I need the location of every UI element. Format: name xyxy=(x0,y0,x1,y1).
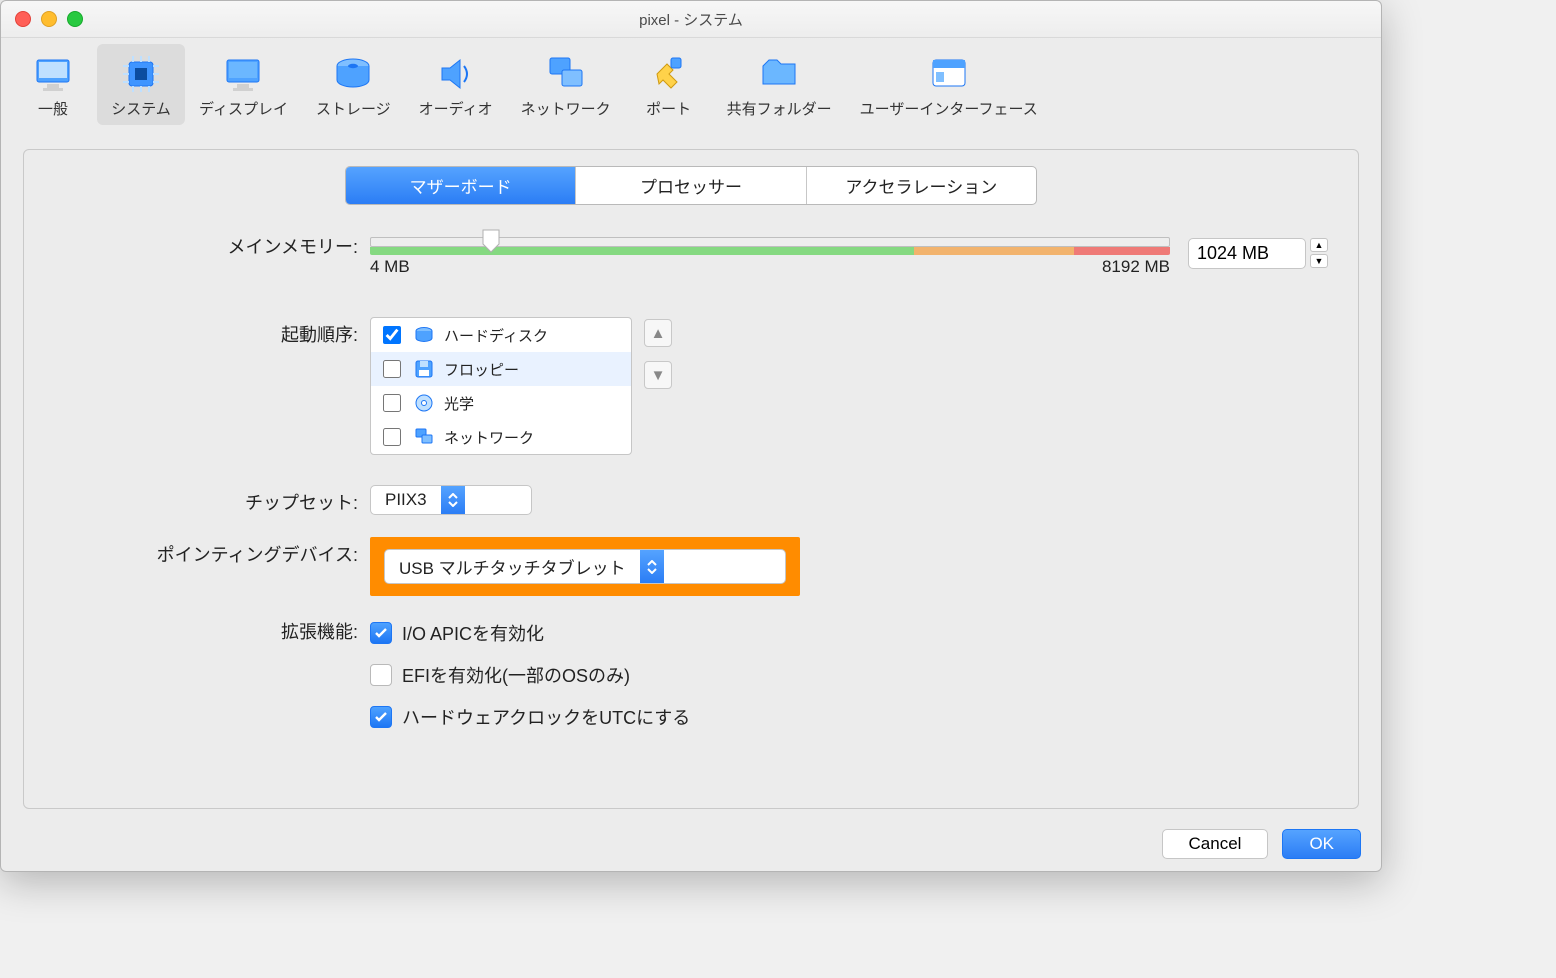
pointing-device-value: USB マルチタッチタブレット xyxy=(385,550,640,583)
toolbar-label: ストレージ xyxy=(316,98,391,119)
boot-item-label: ネットワーク xyxy=(444,427,534,448)
memory-step-down[interactable]: ▼ xyxy=(1310,254,1328,268)
toolbar-general[interactable]: 一般 xyxy=(9,44,97,125)
boot-order-list[interactable]: ハードディスク フロッピー 光学 ネット xyxy=(370,317,632,455)
toolbar-label: 共有フォルダー xyxy=(727,98,832,119)
harddisk-icon xyxy=(414,325,434,345)
toolbar-label: ユーザーインターフェース xyxy=(860,98,1038,119)
memory-slider[interactable]: 4 MB 8192 MB xyxy=(370,229,1170,277)
toolbar-label: ポート xyxy=(646,98,691,119)
boot-item-harddisk[interactable]: ハードディスク xyxy=(371,318,631,352)
memory-input[interactable] xyxy=(1188,238,1306,269)
boot-item-optical[interactable]: 光学 xyxy=(371,386,631,420)
row-boot-order: 起動順序: ハードディスク フロッピー xyxy=(48,317,1334,455)
toolbar-label: オーディオ xyxy=(419,98,493,119)
label-extended-features: 拡張機能: xyxy=(48,614,370,644)
boot-checkbox-floppy[interactable] xyxy=(383,360,401,378)
toolbar-ui[interactable]: ユーザーインターフェース xyxy=(846,44,1052,125)
row-chipset: チップセット: PIIX3 xyxy=(48,485,1334,515)
memory-min-label: 4 MB xyxy=(370,257,410,277)
row-main-memory: メインメモリー: 4 MB 8192 MB ▲ ▼ xyxy=(48,229,1334,277)
feature-io-apic[interactable]: I/O APICを有効化 xyxy=(370,620,544,646)
memory-controls: 4 MB 8192 MB ▲ ▼ xyxy=(370,229,1334,277)
boot-checkbox-optical[interactable] xyxy=(383,394,401,412)
tab-processor[interactable]: プロセッサー xyxy=(576,167,806,204)
toolbar-system[interactable]: システム xyxy=(97,44,185,125)
pointing-device-highlight: USB マルチタッチタブレット xyxy=(370,537,800,596)
feature-label: I/O APICを有効化 xyxy=(402,620,544,646)
label-chipset: チップセット: xyxy=(48,485,370,515)
boot-checkbox-network[interactable] xyxy=(383,428,401,446)
toolbar: 一般 システム ディスプレイ ストレージ オーディオ xyxy=(1,38,1381,125)
optical-icon xyxy=(414,393,434,413)
toolbar-audio[interactable]: オーディオ xyxy=(405,44,507,125)
display-icon xyxy=(221,52,265,96)
toolbar-label: ディスプレイ xyxy=(199,98,288,119)
boot-checkbox-harddisk[interactable] xyxy=(383,326,401,344)
cancel-button[interactable]: Cancel xyxy=(1162,829,1269,859)
pointing-device-select[interactable]: USB マルチタッチタブレット xyxy=(384,549,786,584)
toolbar-label: 一般 xyxy=(38,98,68,119)
boot-item-network[interactable]: ネットワーク xyxy=(371,420,631,454)
boot-item-label: 光学 xyxy=(444,393,474,414)
content-panel: マザーボード プロセッサー アクセラレーション メインメモリー: 4 MB 81… xyxy=(23,149,1359,809)
slider-thumb[interactable] xyxy=(482,229,500,253)
boot-move-up[interactable]: ▲ xyxy=(644,319,672,347)
feature-label: ハードウェアクロックをUTCにする xyxy=(402,704,690,730)
memory-max-label: 8192 MB xyxy=(1102,257,1170,277)
toolbar-network[interactable]: ネットワーク xyxy=(507,44,625,125)
boot-move-down[interactable]: ▼ xyxy=(644,361,672,389)
memory-step-up[interactable]: ▲ xyxy=(1310,238,1328,252)
system-tabs: マザーボード プロセッサー アクセラレーション xyxy=(345,166,1037,205)
toolbar-storage[interactable]: ストレージ xyxy=(302,44,405,125)
network-icon xyxy=(544,52,588,96)
tab-motherboard[interactable]: マザーボード xyxy=(346,167,576,204)
boot-order-arrows: ▲ ▼ xyxy=(644,319,672,389)
boot-item-label: フロッピー xyxy=(444,359,519,380)
chipset-value: PIIX3 xyxy=(371,486,441,514)
memory-stepper: ▲ ▼ xyxy=(1310,238,1328,268)
boot-item-label: ハードディスク xyxy=(444,325,548,346)
port-icon xyxy=(647,52,691,96)
footer-buttons: Cancel OK xyxy=(1162,829,1361,859)
row-pointing-device: ポインティングデバイス: USB マルチタッチタブレット xyxy=(48,537,1334,596)
feature-label: EFIを有効化(一部のOSのみ) xyxy=(402,662,630,688)
select-arrow-icon xyxy=(640,550,664,583)
network-small-icon xyxy=(414,427,434,447)
checkbox-io-apic[interactable] xyxy=(370,622,392,644)
toolbar-label: システム xyxy=(111,98,171,119)
label-main-memory: メインメモリー: xyxy=(48,229,370,259)
row-extended-features: 拡張機能: I/O APICを有効化 EFIを有効化(一部のOSのみ) ハードウ… xyxy=(48,614,1334,730)
interface-icon xyxy=(927,52,971,96)
disk-icon xyxy=(331,52,375,96)
boot-item-floppy[interactable]: フロッピー xyxy=(371,352,631,386)
chipset-select[interactable]: PIIX3 xyxy=(370,485,532,515)
toolbar-label: ネットワーク xyxy=(521,98,611,119)
label-pointing-device: ポインティングデバイス: xyxy=(48,537,370,567)
settings-window: pixel - システム 一般 システム ディスプレイ ストレージ xyxy=(0,0,1382,872)
select-arrow-icon xyxy=(441,486,465,514)
feature-utc-clock[interactable]: ハードウェアクロックをUTCにする xyxy=(370,704,690,730)
checkbox-utc-clock[interactable] xyxy=(370,706,392,728)
label-boot-order: 起動順序: xyxy=(48,317,370,347)
speaker-icon xyxy=(434,52,478,96)
titlebar: pixel - システム xyxy=(1,1,1381,38)
chip-icon xyxy=(119,52,163,96)
floppy-icon xyxy=(414,359,434,379)
toolbar-shared-folders[interactable]: 共有フォルダー xyxy=(713,44,846,125)
checkbox-efi[interactable] xyxy=(370,664,392,686)
feature-efi[interactable]: EFIを有効化(一部のOSのみ) xyxy=(370,662,630,688)
ok-button[interactable]: OK xyxy=(1282,829,1361,859)
monitor-icon xyxy=(31,52,75,96)
folder-icon xyxy=(757,52,801,96)
tab-acceleration[interactable]: アクセラレーション xyxy=(807,167,1036,204)
toolbar-ports[interactable]: ポート xyxy=(625,44,713,125)
window-title: pixel - システム xyxy=(1,9,1381,30)
toolbar-display[interactable]: ディスプレイ xyxy=(185,44,302,125)
